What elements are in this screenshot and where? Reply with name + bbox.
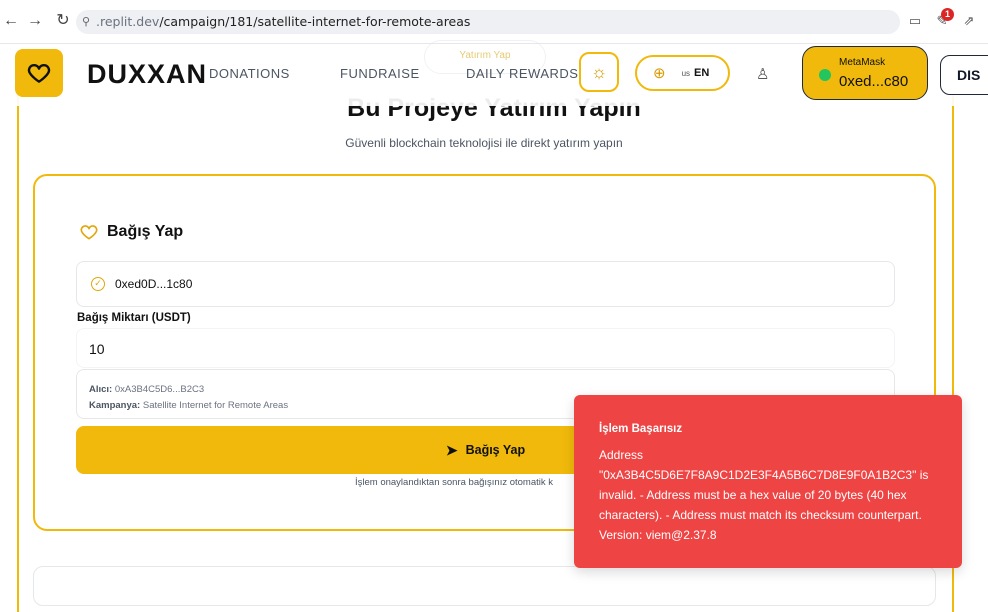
heart-logo-icon	[27, 64, 51, 83]
donate-heading-text: Bağış Yap	[107, 223, 184, 240]
donate-button-label: Bağış Yap	[465, 443, 526, 457]
open-external-icon[interactable]: ⇗	[960, 12, 978, 30]
browser-toolbar: ← → ↻ ⚲ .replit.dev/campaign/181/satellit…	[0, 0, 988, 44]
url-host: .replit.dev	[96, 14, 160, 29]
toast-title: İşlem Başarısız	[599, 423, 683, 435]
user-icon[interactable]: ♙	[756, 65, 769, 83]
site-info-icon[interactable]: ⚲	[82, 10, 90, 34]
notification-badge: 1	[941, 8, 954, 21]
address-bar[interactable]: ⚲ .replit.dev/campaign/181/satellite-inte…	[76, 10, 900, 34]
disconnect-button[interactable]: DIS	[940, 55, 988, 95]
back-arrow-icon[interactable]: ←	[2, 12, 20, 30]
globe-icon: ⊕	[653, 65, 666, 82]
url-path: /campaign/181/satellite-internet-for-rem…	[159, 14, 471, 29]
connected-wallet-field: ✓ 0xed0D...1c80	[76, 261, 895, 307]
campaign-name: Satellite Internet for Remote Areas	[142, 400, 289, 411]
wallet-address: 0xed...c80	[839, 73, 909, 90]
donate-heading: Bağış Yap	[79, 222, 183, 242]
forward-arrow-icon[interactable]: →	[26, 12, 44, 30]
theme-toggle-button[interactable]: ☼	[579, 52, 619, 92]
donate-footnote: İşlem onaylandıktan sonra bağışınız otom…	[355, 477, 554, 488]
reload-icon[interactable]: ↻	[54, 12, 72, 30]
wallet-provider: MetaMask	[839, 57, 886, 68]
amount-input[interactable]: 10	[76, 328, 895, 368]
toast-message: Address "0xA3B4C5D6E7F8A9C1D2E3F4A5B6C7D…	[599, 448, 929, 542]
logo-button[interactable]	[15, 49, 63, 97]
recipient-address: 0xA3B4C5D6...B2C3	[114, 384, 205, 395]
heart-icon	[80, 225, 98, 240]
nav-daily-rewards[interactable]: DAILY REWARDS	[466, 66, 578, 81]
sun-icon: ☼	[590, 62, 608, 82]
language-selector[interactable]: ⊕ us EN	[635, 55, 730, 91]
connected-wallet-address: 0xed0D...1c80	[115, 277, 193, 291]
error-toast[interactable]: İşlem Başarısız Address "0xA3B4C5D6E7F8A…	[574, 395, 962, 568]
devices-icon[interactable]: ▭	[906, 12, 924, 30]
nav-donations[interactable]: DONATIONS	[209, 66, 290, 81]
wallet-button[interactable]: MetaMask 0xed...c80	[802, 46, 928, 100]
flag-label: us	[681, 68, 691, 78]
nav-fundraise[interactable]: FUNDRAISE	[340, 66, 420, 81]
check-circle-icon: ✓	[91, 277, 105, 291]
recipient-label: Alıcı:	[89, 384, 113, 395]
next-section-card	[33, 566, 936, 606]
invest-subtitle: Güvenli blockchain teknolojisi ile direk…	[345, 136, 623, 150]
send-icon: ➤	[445, 441, 458, 458]
language-code: EN	[694, 67, 710, 79]
brand-name[interactable]: DUXXAN	[87, 59, 207, 90]
app-header: DUXXAN DONATIONS FUNDRAISE Yatırım Yap D…	[0, 40, 988, 106]
amount-label: Bağış Miktarı (USDT)	[77, 312, 191, 324]
connected-status-dot	[819, 69, 831, 81]
campaign-label: Kampanya:	[89, 400, 141, 411]
